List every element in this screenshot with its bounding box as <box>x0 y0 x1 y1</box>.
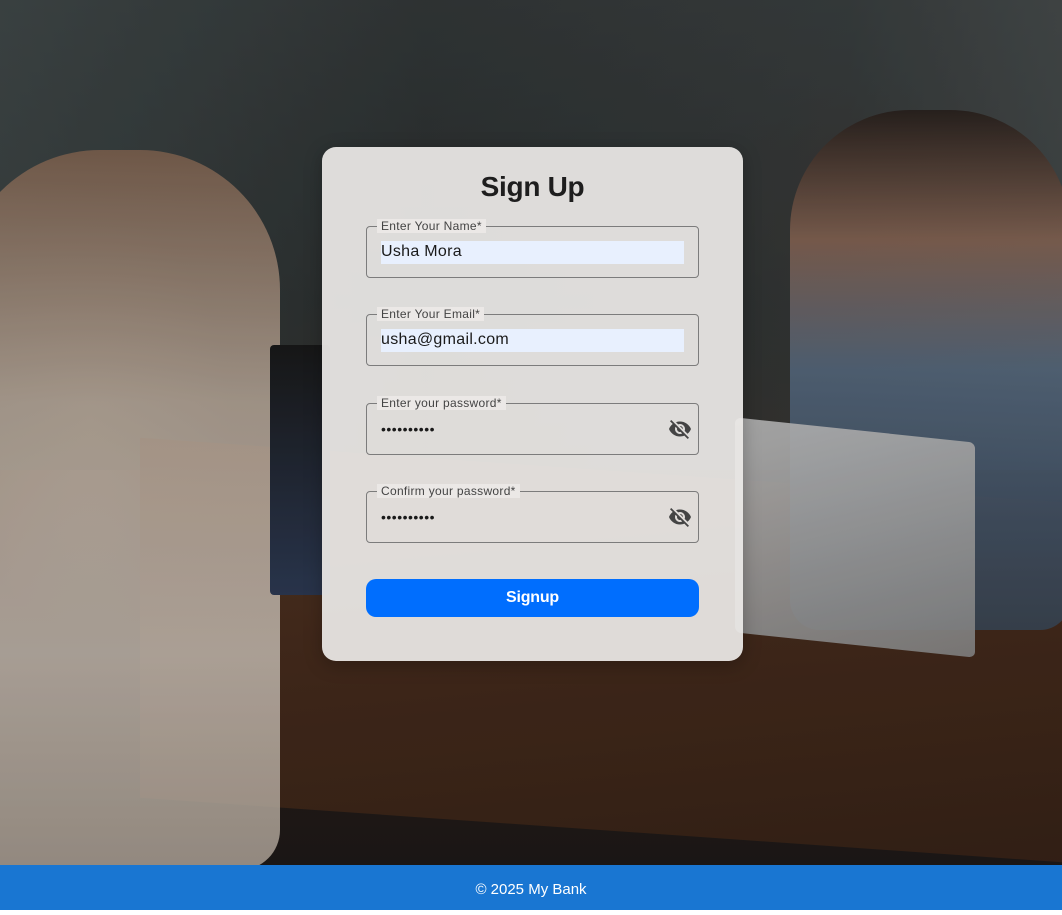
password-input[interactable]: •••••••••• <box>381 418 435 440</box>
email-label: Enter Your Email* <box>377 307 485 321</box>
name-input[interactable]: Usha Mora <box>381 241 684 264</box>
name-field[interactable]: Enter Your Name* Usha Mora <box>366 219 699 278</box>
name-label: Enter Your Name* <box>377 219 486 233</box>
email-field[interactable]: Enter Your Email* usha@gmail.com <box>366 307 699 366</box>
visibility-off-icon[interactable] <box>668 505 692 529</box>
signup-button[interactable]: Signup <box>366 579 699 617</box>
footer-copyright: © 2025 My Bank <box>475 881 587 898</box>
confirm-password-input[interactable]: •••••••••• <box>381 506 435 528</box>
email-input[interactable]: usha@gmail.com <box>381 329 684 352</box>
password-field[interactable]: Enter your password* •••••••••• <box>366 396 699 455</box>
footer: © 2025 My Bank <box>0 865 1062 910</box>
confirm-password-label: Confirm your password* <box>377 484 520 498</box>
signup-card: Sign Up Enter Your Name* Usha Mora Enter… <box>322 147 743 661</box>
form-title: Sign Up <box>480 171 585 202</box>
confirm-password-field[interactable]: Confirm your password* •••••••••• <box>366 484 699 543</box>
visibility-off-icon[interactable] <box>668 417 692 441</box>
password-label: Enter your password* <box>377 396 506 410</box>
